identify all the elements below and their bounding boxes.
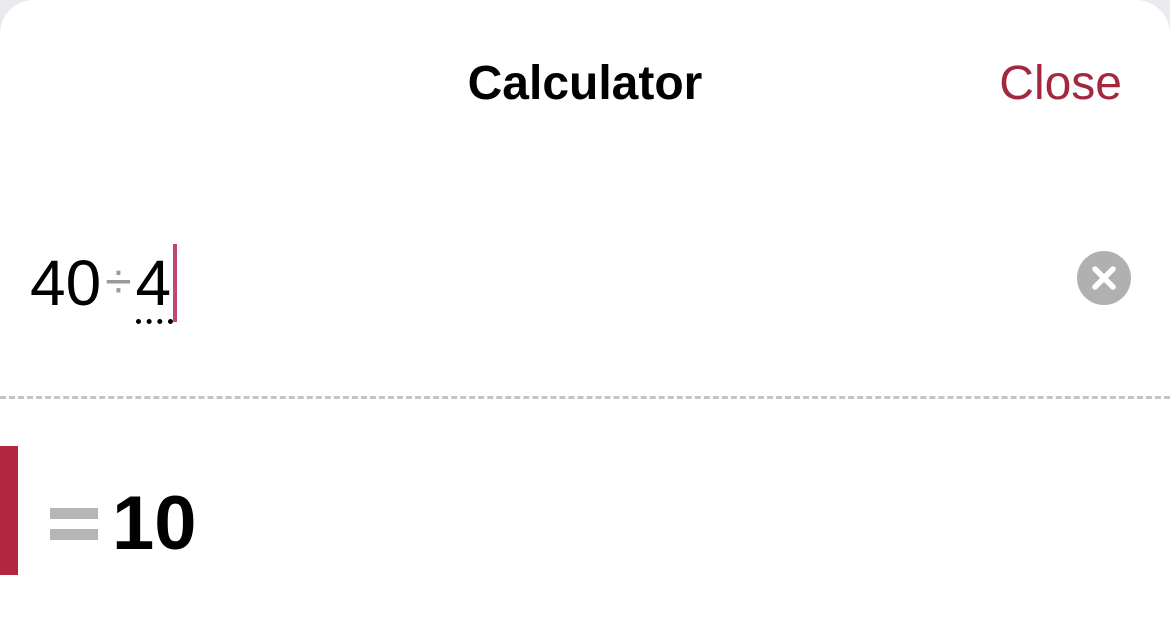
result-value: 10 bbox=[112, 481, 197, 566]
expression-second-operand: 4 bbox=[135, 247, 173, 324]
expression-input[interactable]: 40 ÷ 4 bbox=[30, 244, 178, 324]
expression-first-operand: 40 bbox=[30, 247, 102, 319]
result-accent-bar bbox=[0, 446, 18, 575]
equals-icon bbox=[50, 506, 98, 542]
clear-button[interactable] bbox=[1077, 251, 1131, 305]
close-button[interactable]: Close bbox=[999, 56, 1122, 112]
result-display: 10 bbox=[50, 482, 197, 566]
calculator-sheet: Calculator Close 40 ÷ 4 10 bbox=[0, 0, 1170, 618]
divider bbox=[0, 396, 1170, 399]
clear-x-circle-icon bbox=[1092, 266, 1116, 290]
page-title: Calculator bbox=[467, 57, 703, 110]
expression-operator: ÷ bbox=[105, 256, 132, 309]
text-caret bbox=[173, 244, 178, 322]
